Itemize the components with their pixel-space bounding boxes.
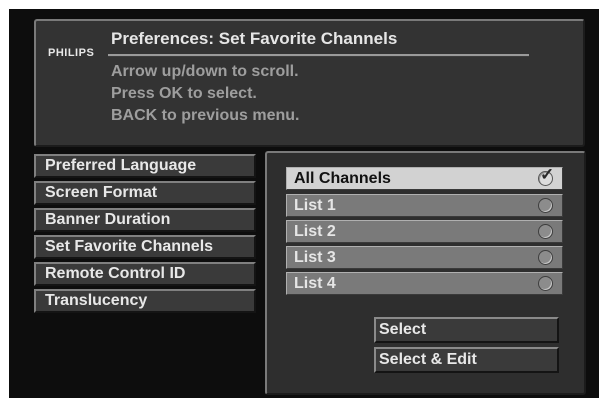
title-divider xyxy=(108,54,529,57)
option-label: List 1 xyxy=(294,197,336,214)
option-label: List 2 xyxy=(294,223,336,240)
radio-unchecked-icon xyxy=(538,250,553,265)
menu-item-banner-duration[interactable]: Banner Duration xyxy=(34,208,256,232)
instruction-select: Press OK to select. xyxy=(111,85,257,102)
option-label: All Channels xyxy=(294,170,391,187)
tv-screen: PHILIPS Preferences: Set Favorite Channe… xyxy=(9,9,599,398)
radio-unchecked-icon xyxy=(538,224,553,239)
option-list-2[interactable]: List 2 xyxy=(286,220,563,243)
checkmark-icon: ✓ xyxy=(540,165,555,184)
option-label: List 4 xyxy=(294,275,336,292)
favorite-channels-panel: All Channels ✓ List 1 List 2 List 3 List… xyxy=(265,151,586,395)
brand-logo: PHILIPS xyxy=(48,47,95,59)
page-title: Preferences: Set Favorite Channels xyxy=(111,29,398,48)
radio-unchecked-icon xyxy=(538,198,553,213)
menu-item-translucency[interactable]: Translucency xyxy=(34,289,256,313)
select-button[interactable]: Select xyxy=(374,317,559,343)
menu-item-set-favorite-channels[interactable]: Set Favorite Channels xyxy=(34,235,256,259)
menu-item-preferred-language[interactable]: Preferred Language xyxy=(34,154,256,178)
menu-item-screen-format[interactable]: Screen Format xyxy=(34,181,256,205)
instruction-back: BACK to previous menu. xyxy=(111,107,300,124)
option-list-1[interactable]: List 1 xyxy=(286,194,563,217)
option-list-3[interactable]: List 3 xyxy=(286,246,563,269)
option-list-4[interactable]: List 4 xyxy=(286,272,563,295)
option-label: List 3 xyxy=(294,249,336,266)
menu-item-remote-control-id[interactable]: Remote Control ID xyxy=(34,262,256,286)
option-all-channels[interactable]: All Channels ✓ xyxy=(286,166,563,190)
header-panel: PHILIPS Preferences: Set Favorite Channe… xyxy=(34,19,585,147)
radio-unchecked-icon xyxy=(538,276,553,291)
radio-checked-icon: ✓ xyxy=(538,166,554,186)
select-edit-button[interactable]: Select & Edit xyxy=(374,347,559,373)
instruction-scroll: Arrow up/down to scroll. xyxy=(111,63,299,80)
